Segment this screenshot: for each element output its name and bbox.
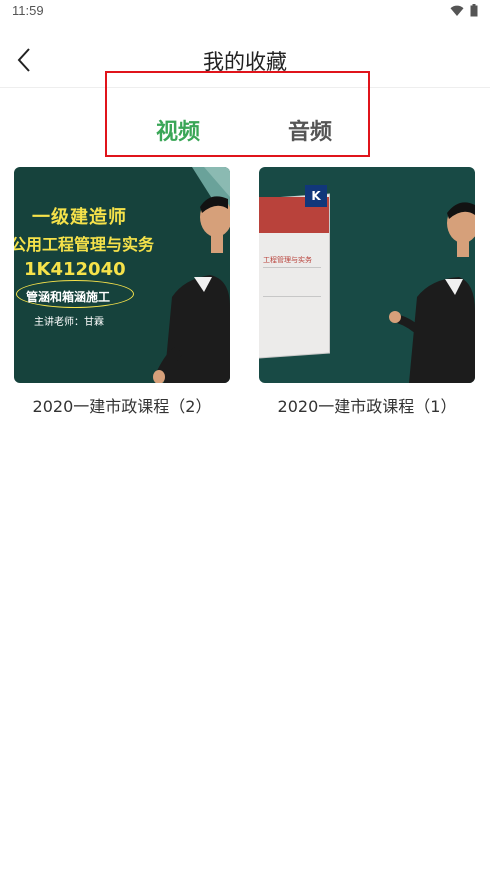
thumbnail-text: 主讲老师：甘霖 <box>34 317 104 328</box>
status-time: 11:59 <box>12 3 44 18</box>
tab-audio[interactable]: 音频 <box>288 114 332 146</box>
video-title: 2020一建市政课程（1） <box>277 397 457 416</box>
page-title: 我的收藏 <box>203 50 287 74</box>
tab-video[interactable]: 视频 <box>156 114 200 146</box>
header: 我的收藏 <box>0 30 490 88</box>
video-title: 2020一建市政课程（2） <box>32 397 212 416</box>
thumbnail-text: 管涵和箱涵施工 <box>26 290 111 304</box>
video-card[interactable]: 一级建造师 公用工程管理与实务 1K412040 管涵和箱涵施工 主讲老师：甘霖… <box>14 167 230 417</box>
thumbnail-text: 一级建造师 <box>32 207 127 228</box>
video-thumbnail-background <box>389 202 475 383</box>
battery-icon <box>470 4 478 17</box>
video-card[interactable]: K 工程管理与实务 2020一建市政课程（1） <box>259 167 475 417</box>
video-thumbnail: K 工程管理与实务 <box>259 167 475 383</box>
wifi-icon <box>450 5 464 16</box>
status-icons <box>450 4 478 17</box>
thumbnail-text: 1K412040 <box>24 259 126 280</box>
video-thumbnail: 一级建造师 公用工程管理与实务 1K412040 管涵和箱涵施工 主讲老师：甘霖 <box>14 167 230 383</box>
thumbnail-text: 公用工程管理与实务 <box>14 235 155 254</box>
tab-bar: 视频 音频 <box>0 100 490 156</box>
status-bar: 11:59 <box>0 0 490 24</box>
